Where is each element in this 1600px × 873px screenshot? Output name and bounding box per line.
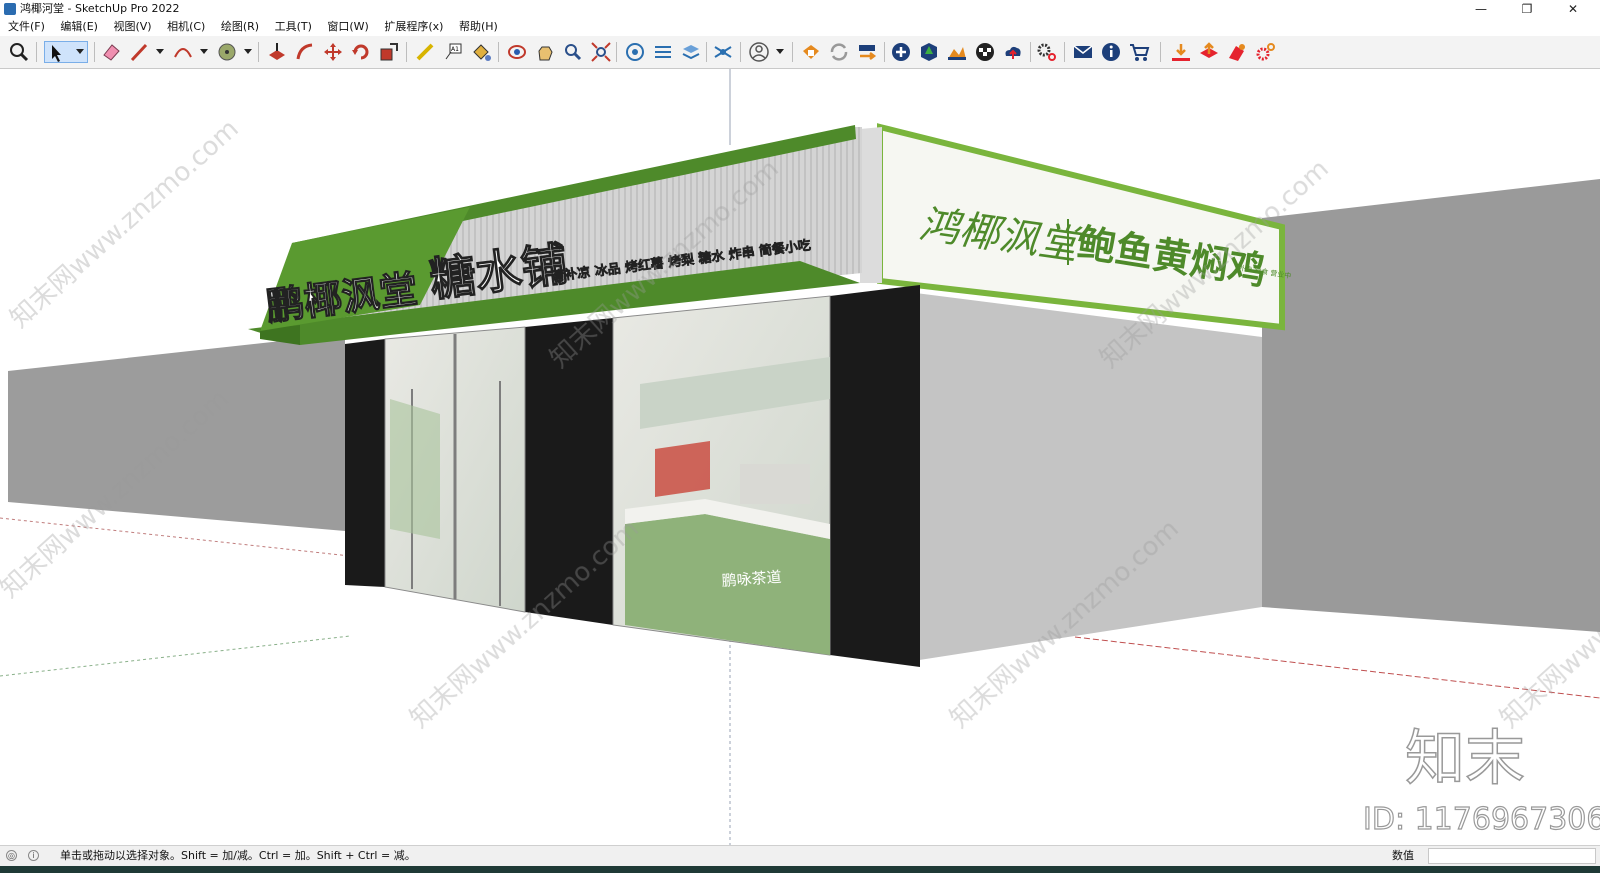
move-icon[interactable] <box>322 41 344 63</box>
section-cut-icon[interactable] <box>712 41 734 63</box>
model-viewport[interactable]: 鹏椰沨堂 糖水铺 清补凉 冰品 烤红薯 烤梨 糖水 炸串 简餐小吃 鸿椰沨堂 鲍… <box>0 69 1600 845</box>
tree-icon[interactable] <box>918 41 940 63</box>
upload-icon[interactable] <box>1198 41 1220 63</box>
menu-edit[interactable]: 编辑(E) <box>54 18 104 36</box>
zoom-tool-icon[interactable] <box>562 41 584 63</box>
circle-icon[interactable] <box>216 41 238 63</box>
info-icon[interactable] <box>1100 41 1122 63</box>
toolbar: A1 <box>0 36 1600 69</box>
section-fill-icon[interactable] <box>680 41 702 63</box>
value-label: 数值 <box>1392 849 1414 862</box>
chevron-down-icon[interactable] <box>156 49 164 54</box>
svg-text:A1: A1 <box>451 46 459 53</box>
chevron-down-icon[interactable] <box>244 49 252 54</box>
download-icon[interactable] <box>1170 41 1192 63</box>
close-button[interactable]: ✕ <box>1550 0 1596 18</box>
scale-icon[interactable] <box>378 41 400 63</box>
send-to-layout-icon[interactable] <box>856 41 878 63</box>
paint-bucket-icon[interactable] <box>470 41 492 63</box>
text-label-icon[interactable]: A1 <box>442 41 464 63</box>
green-axis-dashed <box>0 635 351 677</box>
side-signboard-edge <box>860 127 882 283</box>
zoom-extents-icon[interactable] <box>590 41 612 63</box>
menu-camera[interactable]: 相机(C) <box>161 18 211 36</box>
pan-icon[interactable] <box>534 41 556 63</box>
section-display-icon[interactable] <box>652 41 674 63</box>
restore-button[interactable]: ❐ <box>1504 0 1550 18</box>
menu-draw[interactable]: 绘图(R) <box>215 18 265 36</box>
gears-icon[interactable] <box>1036 41 1058 63</box>
watermark-id: ID: 1176967306 <box>1363 802 1600 837</box>
pillar-right <box>830 285 920 667</box>
menu-help[interactable]: 帮助(H) <box>453 18 504 36</box>
chevron-down-icon[interactable] <box>776 49 784 54</box>
warehouse-icon[interactable] <box>800 41 822 63</box>
minimize-button[interactable]: — <box>1458 0 1504 18</box>
push-pull-icon[interactable] <box>266 41 288 63</box>
measurements-box[interactable] <box>1428 848 1596 864</box>
section-plane-icon[interactable] <box>624 41 646 63</box>
checker-icon[interactable] <box>974 41 996 63</box>
title-bar: 鸿椰河堂 - SketchUp Pro 2022 — ❐ ✕ <box>0 0 1600 18</box>
watermark-text: 知末网www.znzmo.com <box>5 114 245 334</box>
follow-me-icon[interactable] <box>294 41 316 63</box>
status-bar: ◎ i 单击或拖动以选择对象。Shift = 加/减。Ctrl = 加。Shif… <box>0 845 1600 866</box>
arc-icon[interactable] <box>172 41 194 63</box>
cart-icon[interactable] <box>1128 41 1150 63</box>
geolocation-icon[interactable]: ◎ <box>6 850 17 861</box>
plugin-red-icon[interactable] <box>1226 41 1248 63</box>
status-message: 单击或拖动以选择对象。Shift = 加/减。Ctrl = 加。Shift + … <box>60 849 416 862</box>
menu-bar: 文件(F) 编辑(E) 视图(V) 相机(C) 绘图(R) 工具(T) 窗口(W… <box>0 18 1600 36</box>
menu-view[interactable]: 视图(V) <box>107 18 157 36</box>
watermark-logo: 知末 <box>1405 724 1525 794</box>
cloud-upload-icon[interactable] <box>1002 41 1024 63</box>
chevron-down-icon[interactable] <box>76 49 84 54</box>
menu-extensions[interactable]: 扩展程序(x) <box>378 18 449 36</box>
tape-measure-icon[interactable] <box>414 41 436 63</box>
taskbar <box>0 866 1600 873</box>
mail-icon[interactable] <box>1072 41 1094 63</box>
add-circle-icon[interactable] <box>890 41 912 63</box>
window-title: 鸿椰河堂 - SketchUp Pro 2022 <box>20 2 180 15</box>
account-icon[interactable] <box>748 41 770 63</box>
refresh-icon[interactable] <box>828 41 850 63</box>
chevron-down-icon[interactable] <box>200 49 208 54</box>
pillar-left <box>345 339 385 587</box>
menu-file[interactable]: 文件(F) <box>2 18 51 36</box>
plugin-gear-icon[interactable] <box>1254 41 1276 63</box>
pencil-line-icon[interactable] <box>128 41 150 63</box>
rotate-icon[interactable] <box>350 41 372 63</box>
info-icon[interactable]: i <box>28 850 39 861</box>
menu-window[interactable]: 窗口(W) <box>321 18 374 36</box>
sketchup-app-icon <box>4 3 16 15</box>
eraser-icon[interactable] <box>100 41 122 63</box>
menu-tools[interactable]: 工具(T) <box>269 18 318 36</box>
sandbox-icon[interactable] <box>946 41 968 63</box>
orbit-icon[interactable] <box>506 41 528 63</box>
right-boundary-wall <box>1262 179 1600 632</box>
zoom-icon[interactable] <box>8 41 30 63</box>
